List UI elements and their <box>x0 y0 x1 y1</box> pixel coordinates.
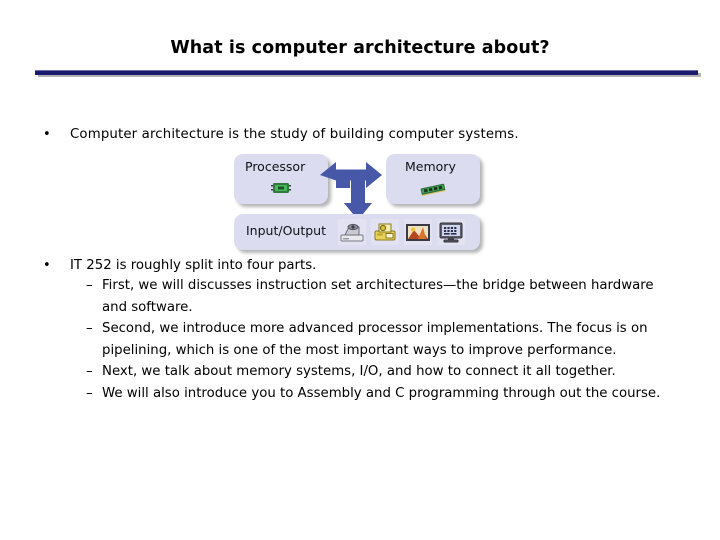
io-label: Input/Output <box>246 223 326 238</box>
title-divider <box>35 70 701 77</box>
monitor-icon <box>437 219 465 245</box>
processor-label: Processor <box>245 159 306 174</box>
bullet-marker: • <box>43 258 51 273</box>
list-item: – Second, we introduce more advanced pro… <box>0 318 720 361</box>
bullet-marker: • <box>43 127 51 142</box>
sub-bullet-text: Second, we introduce more advanced proce… <box>102 321 648 358</box>
cpu-chip-icon <box>270 180 292 194</box>
scanner-icon <box>338 219 366 245</box>
memory-label: Memory <box>405 159 456 174</box>
sub-bullet-marker: – <box>86 278 93 293</box>
list-item: – First, we will discusses instruction s… <box>0 275 720 318</box>
picture-frame-icon <box>404 219 432 245</box>
sub-bullet-marker: – <box>86 385 93 401</box>
sub-bullet-text: First, we will discusses instruction set… <box>102 278 654 315</box>
diagram-box-io: Input/Output <box>234 214 480 250</box>
architecture-diagram: Processor Memory Input/Output <box>232 152 484 254</box>
tri-directional-arrow <box>320 156 396 222</box>
sub-bullet-text: Next, we talk about memory systems, I/O,… <box>102 364 616 379</box>
bullet-text: IT 252 is roughly split into four parts. <box>70 258 317 273</box>
diagram-box-memory: Memory <box>386 154 480 204</box>
sub-bullet-text: We will also introduce you to Assembly a… <box>102 385 661 401</box>
title-divider-bar <box>35 70 698 75</box>
memory-module-icon <box>419 181 447 197</box>
diagram-box-processor: Processor <box>234 154 328 204</box>
page-title: What is computer architecture about? <box>170 38 550 58</box>
bullet-text: Computer architecture is the study of bu… <box>70 127 519 142</box>
list-item: – We will also introduce you to Assembly… <box>0 383 720 405</box>
sub-bullet-marker: – <box>86 321 93 336</box>
printer-icon <box>371 219 399 245</box>
sub-bullet-marker: – <box>86 364 93 379</box>
list-item: • IT 252 is roughly split into four part… <box>0 257 720 274</box>
io-device-icons <box>338 218 474 246</box>
list-item: – Next, we talk about memory systems, I/… <box>0 361 720 383</box>
list-item: • Computer architecture is the study of … <box>0 126 720 143</box>
